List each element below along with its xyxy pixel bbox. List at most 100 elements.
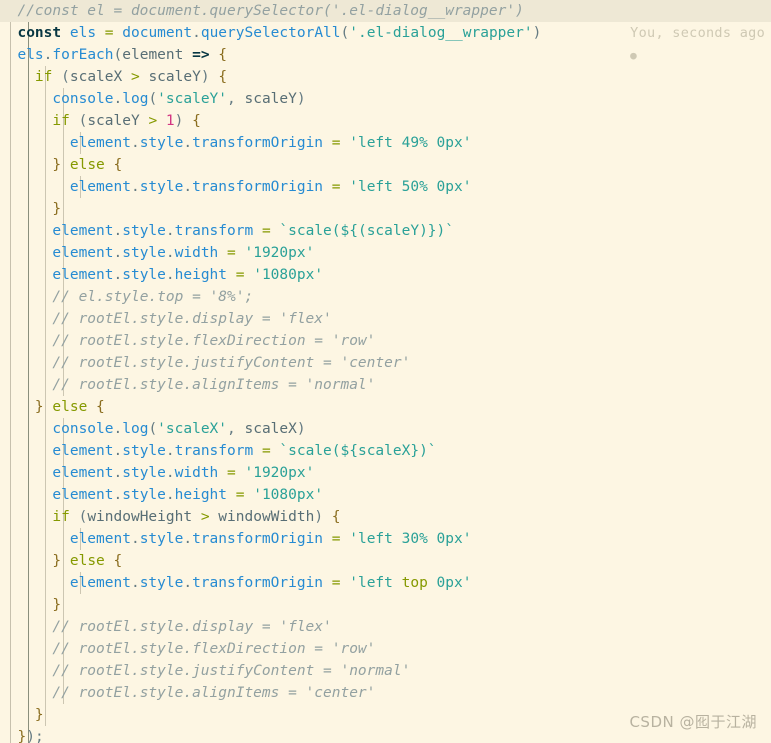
code-line-text: element.style.transformOrigin = 'left 30… — [0, 528, 472, 550]
code-line[interactable]: // rootEl.style.display = 'flex' — [0, 616, 771, 638]
code-line[interactable]: // rootEl.style.justifyContent = 'center… — [0, 352, 771, 374]
code-line-text: element.style.transform = `scale(${(scal… — [0, 220, 454, 242]
code-line-text: if (windowHeight > windowWidth) { — [0, 506, 340, 528]
code-content[interactable]: //const el = document.querySelector('.el… — [0, 0, 771, 743]
code-line[interactable]: console.log('scaleX', scaleX) — [0, 418, 771, 440]
code-line[interactable]: if (windowHeight > windowWidth) { — [0, 506, 771, 528]
code-token: style — [122, 223, 166, 239]
code-token: element — [52, 223, 114, 239]
code-token: ) — [314, 509, 324, 525]
code-token: style — [139, 575, 184, 591]
code-token: element — [69, 179, 131, 195]
code-line[interactable]: // rootEl.style.alignItems = 'center' — [0, 682, 771, 704]
code-token: element — [52, 267, 114, 283]
code-line[interactable]: // rootEl.style.justifyContent = 'normal… — [0, 660, 771, 682]
code-token: = — [331, 531, 341, 547]
code-token: forEach — [52, 47, 114, 63]
code-line[interactable]: } — [0, 198, 771, 220]
code-token: . — [183, 575, 193, 591]
code-line[interactable]: } else { — [0, 550, 771, 572]
code-token: } — [34, 399, 44, 415]
code-line-text: // rootEl.style.alignItems = 'center' — [0, 682, 375, 704]
code-token: console — [52, 421, 114, 437]
code-line[interactable]: // rootEl.style.flexDirection = 'row' — [0, 330, 771, 352]
code-token: > — [130, 69, 140, 85]
code-token: // rootEl.style.display = 'flex' — [52, 619, 332, 635]
code-token: width — [174, 245, 219, 261]
code-line-text: element.style.transform = `scale(${scale… — [0, 440, 436, 462]
code-token: . — [165, 267, 175, 283]
code-token: { — [113, 553, 123, 569]
code-token: if — [52, 113, 70, 129]
code-line-text: // rootEl.style.flexDirection = 'row' — [0, 330, 375, 352]
code-token: . — [130, 179, 140, 195]
code-line-text: } else { — [0, 550, 122, 572]
code-line[interactable]: element.style.transformOrigin = 'left 30… — [0, 528, 771, 550]
code-line-text: element.style.transformOrigin = 'left 49… — [0, 132, 472, 154]
code-token: = — [331, 135, 341, 151]
code-line-text: // rootEl.style.display = 'flex' — [0, 308, 331, 330]
code-line[interactable]: element.style.height = '1080px' — [0, 484, 771, 506]
code-token: . — [183, 135, 193, 151]
code-token: style — [122, 267, 166, 283]
code-line[interactable]: } else { — [0, 396, 771, 418]
code-token: > — [148, 113, 158, 129]
code-line[interactable]: element.style.height = '1080px' — [0, 264, 771, 286]
code-token: } — [52, 157, 62, 173]
code-token: . — [113, 267, 123, 283]
code-line[interactable]: element.style.transformOrigin = 'left 50… — [0, 176, 771, 198]
code-line-text: console.log('scaleY', scaleY) — [0, 88, 306, 110]
code-line-text: element.style.height = '1080px' — [0, 264, 323, 286]
code-line[interactable]: element.style.width = '1920px' — [0, 242, 771, 264]
code-line[interactable]: els.forEach(element => { — [0, 44, 771, 66]
code-token: '1080px' — [253, 487, 324, 503]
code-token: ) — [296, 91, 306, 107]
code-line[interactable]: // rootEl.style.flexDirection = 'row' — [0, 638, 771, 660]
code-line[interactable]: console.log('scaleY', scaleY) — [0, 88, 771, 110]
code-token: // rootEl.style.flexDirection = 'row' — [52, 641, 376, 657]
code-line[interactable]: // el.style.top = '8%'; — [0, 286, 771, 308]
code-line[interactable]: if (scaleX > scaleY) { — [0, 66, 771, 88]
code-token: ( — [340, 25, 350, 41]
code-line[interactable]: } — [0, 594, 771, 616]
code-line[interactable]: element.style.transformOrigin = 'left 49… — [0, 132, 771, 154]
code-token: = — [227, 465, 236, 481]
code-editor[interactable]: //const el = document.querySelector('.el… — [0, 0, 771, 743]
code-line-text: // rootEl.style.alignItems = 'normal' — [0, 374, 375, 396]
code-line-text: els.forEach(element => { — [0, 44, 227, 66]
code-token: . — [165, 487, 175, 503]
code-token: els — [17, 47, 44, 63]
code-line[interactable]: element.style.transformOrigin = 'left to… — [0, 572, 771, 594]
code-token: = — [261, 443, 271, 459]
code-line[interactable]: element.style.width = '1920px' — [0, 462, 771, 484]
code-token: transform — [174, 223, 254, 239]
code-token: style — [122, 245, 166, 261]
code-line[interactable]: element.style.transform = `scale(${(scal… — [0, 220, 771, 242]
code-line[interactable]: element.style.transform = `scale(${scale… — [0, 440, 771, 462]
code-line[interactable]: // rootEl.style.alignItems = 'normal' — [0, 374, 771, 396]
code-line[interactable]: // rootEl.style.display = 'flex' — [0, 308, 771, 330]
code-line[interactable]: } else { — [0, 154, 771, 176]
code-token: ) — [200, 69, 210, 85]
code-line[interactable]: if (scaleY > 1) { — [0, 110, 771, 132]
